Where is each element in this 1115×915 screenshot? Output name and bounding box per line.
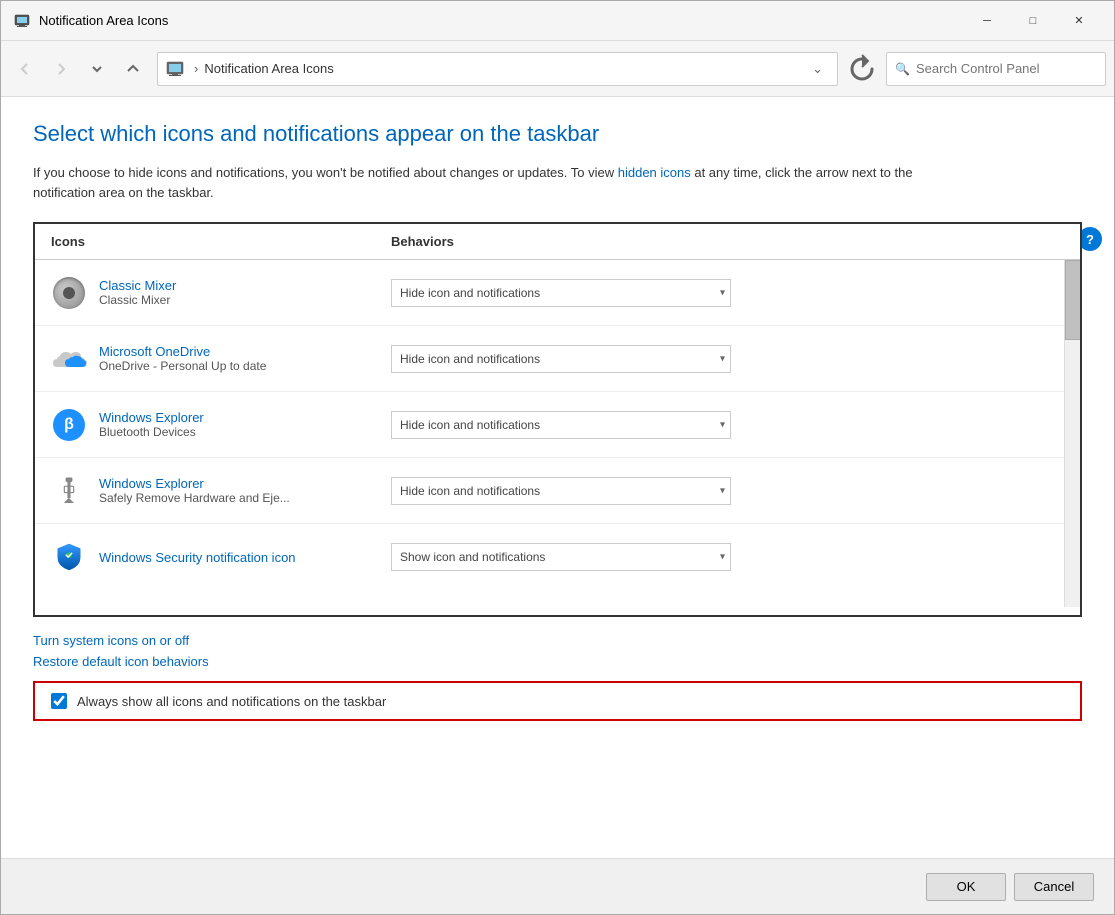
window-icon <box>13 12 31 30</box>
recent-locations-button[interactable] <box>81 53 113 85</box>
col-behaviors-header: Behaviors <box>391 234 1064 249</box>
description-part1: If you choose to hide icons and notifica… <box>33 165 618 180</box>
forward-icon <box>54 62 68 76</box>
row-name: Microsoft OneDrive <box>99 344 266 359</box>
address-separator: › <box>194 61 198 76</box>
minimize-button[interactable]: ─ <box>964 5 1010 37</box>
close-button[interactable]: ✕ <box>1056 5 1102 37</box>
behavior-select-wrapper: Hide icon and notifications Show icon an… <box>391 279 731 307</box>
up-icon <box>126 62 140 76</box>
row-name: Windows Explorer <box>99 410 204 425</box>
dropdown-icon <box>90 62 104 76</box>
row-text: Windows Explorer Bluetooth Devices <box>99 410 204 439</box>
row-text: Windows Explorer Safely Remove Hardware … <box>99 476 290 505</box>
row-name: Classic Mixer <box>99 278 176 293</box>
row-icon-col: Classic Mixer Classic Mixer <box>51 275 391 311</box>
behavior-select-wrapper: Hide icon and notifications Show icon an… <box>391 345 731 373</box>
onedrive-icon <box>51 341 87 377</box>
row-behavior-col: Hide icon and notifications Show icon an… <box>391 411 1064 439</box>
table-body: Classic Mixer Classic Mixer Hide icon an… <box>35 260 1080 607</box>
search-bar: 🔍 <box>886 52 1106 86</box>
behavior-select-wrapper: Show icon and notifications Hide icon an… <box>391 543 731 571</box>
row-behavior-col: Hide icon and notifications Show icon an… <box>391 279 1064 307</box>
back-icon <box>18 62 32 76</box>
row-sub: OneDrive - Personal Up to date <box>99 359 266 373</box>
table-row: Windows Security notification icon Show … <box>35 524 1080 590</box>
back-button[interactable] <box>9 53 41 85</box>
address-bar[interactable]: › Notification Area Icons ⌄ <box>157 52 838 86</box>
ok-button[interactable]: OK <box>926 873 1006 901</box>
row-sub: Classic Mixer <box>99 293 176 307</box>
checkbox-section: Always show all icons and notifications … <box>33 681 1082 721</box>
refresh-icon <box>846 53 878 85</box>
links-section: Turn system icons on or off Restore defa… <box>33 633 1082 669</box>
icons-table: Icons Behaviors Classic Mixer Clas <box>33 222 1082 617</box>
forward-button[interactable] <box>45 53 77 85</box>
col-icons-header: Icons <box>51 234 391 249</box>
row-text: Classic Mixer Classic Mixer <box>99 278 176 307</box>
always-show-checkbox[interactable] <box>51 693 67 709</box>
row-icon-col: Microsoft OneDrive OneDrive - Personal U… <box>51 341 391 377</box>
behavior-select[interactable]: Hide icon and notifications Show icon an… <box>391 345 731 373</box>
behavior-select[interactable]: Hide icon and notifications Show icon an… <box>391 411 731 439</box>
table-row: β Windows Explorer Bluetooth Devices Hid… <box>35 392 1080 458</box>
bluetooth-icon: β <box>51 407 87 443</box>
scrollbar-thumb[interactable] <box>1065 260 1080 340</box>
row-icon-col: Windows Explorer Safely Remove Hardware … <box>51 473 391 509</box>
row-name: Windows Security notification icon <box>99 550 296 565</box>
nav-bar: › Notification Area Icons ⌄ 🔍 <box>1 41 1114 97</box>
security-icon <box>51 539 87 575</box>
behavior-select[interactable]: Hide icon and notifications Show icon an… <box>391 477 731 505</box>
row-name: Windows Explorer <box>99 476 290 491</box>
address-text: Notification Area Icons <box>204 61 806 76</box>
address-icon <box>166 60 184 78</box>
page-title: Select which icons and notifications app… <box>33 121 1082 147</box>
behavior-select[interactable]: Hide icon and notifications Show icon an… <box>391 279 731 307</box>
restore-defaults-link[interactable]: Restore default icon behaviors <box>33 654 1082 669</box>
row-sub: Bluetooth Devices <box>99 425 204 439</box>
usb-icon <box>51 473 87 509</box>
behavior-select-wrapper: Hide icon and notifications Show icon an… <box>391 477 731 505</box>
table-row: Microsoft OneDrive OneDrive - Personal U… <box>35 326 1080 392</box>
row-icon-col: β Windows Explorer Bluetooth Devices <box>51 407 391 443</box>
row-behavior-col: Hide icon and notifications Show icon an… <box>391 345 1064 373</box>
cancel-button[interactable]: Cancel <box>1014 873 1094 901</box>
up-button[interactable] <box>117 53 149 85</box>
main-window: Notification Area Icons ─ □ ✕ <box>0 0 1115 915</box>
behavior-select-wrapper: Hide icon and notifications Show icon an… <box>391 411 731 439</box>
table-row: Classic Mixer Classic Mixer Hide icon an… <box>35 260 1080 326</box>
row-text: Microsoft OneDrive OneDrive - Personal U… <box>99 344 266 373</box>
row-icon-col: Windows Security notification icon <box>51 539 391 575</box>
address-dropdown-icon: ⌄ <box>812 61 823 77</box>
description-text: If you choose to hide icons and notifica… <box>33 163 933 202</box>
mixer-icon <box>51 275 87 311</box>
window-controls: ─ □ ✕ <box>964 5 1102 37</box>
window-title: Notification Area Icons <box>39 13 964 28</box>
row-sub: Safely Remove Hardware and Eje... <box>99 491 290 505</box>
search-input[interactable] <box>916 61 1097 76</box>
row-behavior-col: Show icon and notifications Hide icon an… <box>391 543 1064 571</box>
table-scrollbar[interactable] <box>1064 260 1080 607</box>
footer: OK Cancel <box>1 858 1114 914</box>
behavior-select[interactable]: Show icon and notifications Hide icon an… <box>391 543 731 571</box>
refresh-button[interactable] <box>846 53 878 85</box>
search-icon: 🔍 <box>895 62 910 76</box>
table-header: Icons Behaviors <box>35 224 1080 260</box>
title-bar: Notification Area Icons ─ □ ✕ <box>1 1 1114 41</box>
content-area: ? Select which icons and notifications a… <box>1 97 1114 858</box>
row-text: Windows Security notification icon <box>99 550 296 565</box>
always-show-label: Always show all icons and notifications … <box>77 694 386 709</box>
row-behavior-col: Hide icon and notifications Show icon an… <box>391 477 1064 505</box>
table-row: Windows Explorer Safely Remove Hardware … <box>35 458 1080 524</box>
maximize-button[interactable]: □ <box>1010 5 1056 37</box>
system-icons-link[interactable]: Turn system icons on or off <box>33 633 1082 648</box>
hidden-icons-link[interactable]: hidden icons <box>618 165 691 180</box>
